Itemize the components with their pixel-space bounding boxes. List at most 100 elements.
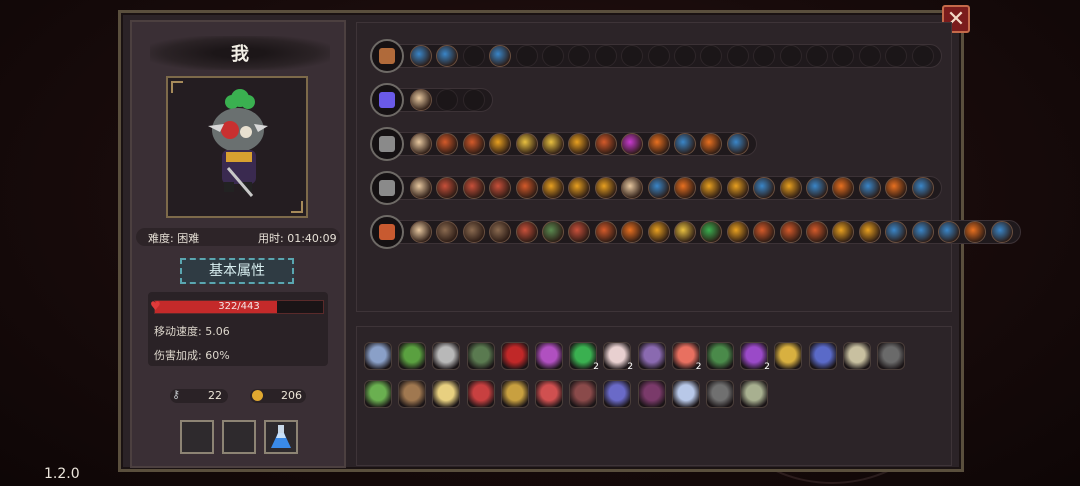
upgrade-chip[interactable] xyxy=(515,221,538,243)
upgrade-chip[interactable] xyxy=(410,177,432,199)
upgrade-chip[interactable] xyxy=(515,45,538,67)
great-axe-icon[interactable] xyxy=(370,171,404,205)
upgrade-chip[interactable] xyxy=(462,133,485,155)
upgrade-chip[interactable] xyxy=(462,45,485,67)
hp-text: 322/443 xyxy=(218,301,260,312)
guitar-icon[interactable] xyxy=(808,342,837,370)
player-name: 我 xyxy=(231,44,249,65)
upgrade-chip[interactable] xyxy=(410,89,432,111)
rune-tablet-icon[interactable] xyxy=(637,342,666,370)
coin-count: 206 xyxy=(281,389,302,402)
upgrade-chip[interactable] xyxy=(938,221,960,243)
wand-icon[interactable] xyxy=(842,342,871,370)
amulet-icon[interactable] xyxy=(466,380,495,408)
upgrade-chip[interactable] xyxy=(647,221,670,243)
upgrade-chip[interactable] xyxy=(462,177,485,199)
upgrade-chip[interactable] xyxy=(515,177,538,199)
basic-attributes-button[interactable]: 基本属性 xyxy=(180,258,294,284)
upgrade-chip[interactable] xyxy=(858,177,881,199)
upgrade-chip[interactable] xyxy=(911,177,934,199)
fish-icon[interactable] xyxy=(535,380,563,408)
move-speed-text: 移动速度: 5.06 xyxy=(154,325,230,338)
belt-icon[interactable] xyxy=(466,342,495,370)
rainbow-icon[interactable] xyxy=(535,342,563,370)
upgrade-chip[interactable] xyxy=(674,221,696,243)
upgrade-chip[interactable] xyxy=(911,221,934,243)
upgrade-chip[interactable] xyxy=(858,221,881,243)
upgrade-chip[interactable] xyxy=(726,177,749,199)
weapon-glyph xyxy=(379,48,395,64)
upgrade-chip[interactable] xyxy=(674,133,696,155)
upgrade-chip[interactable] xyxy=(542,133,564,155)
upgrade-chip[interactable] xyxy=(594,221,617,243)
key-counter: ⚷ 22 xyxy=(170,388,228,403)
flame-blade-icon[interactable] xyxy=(370,215,404,249)
upgrade-chip[interactable] xyxy=(674,177,696,199)
upgrade-chip[interactable] xyxy=(410,221,432,243)
upgrade-chip[interactable] xyxy=(594,45,617,67)
upgrade-chip[interactable] xyxy=(779,45,802,67)
upgrade-chip[interactable] xyxy=(594,177,617,199)
armor-icon[interactable] xyxy=(432,342,461,370)
upgrade-chip[interactable] xyxy=(779,221,802,243)
red-eye-icon[interactable] xyxy=(500,342,529,370)
version-label: 1.2.0 xyxy=(44,466,80,482)
weapon-glyph xyxy=(379,180,395,196)
consumable-slot-2[interactable] xyxy=(222,420,256,454)
key-count: 22 xyxy=(208,389,222,402)
upgrade-chip[interactable] xyxy=(990,221,1013,243)
horn-icon[interactable] xyxy=(432,380,461,408)
upgrade-chip[interactable] xyxy=(462,221,485,243)
upgrade-chip[interactable] xyxy=(647,133,670,155)
consumable-slot-1[interactable] xyxy=(180,420,214,454)
staff-icon[interactable] xyxy=(740,380,769,408)
upgrade-chip[interactable] xyxy=(726,45,749,67)
gauntlet-icon[interactable] xyxy=(774,342,803,370)
upgrade-chip[interactable] xyxy=(542,177,564,199)
upgrade-chip[interactable] xyxy=(647,45,670,67)
character-sprite xyxy=(208,89,268,197)
leaf-icon[interactable] xyxy=(364,380,392,408)
upgrade-chip[interactable] xyxy=(779,177,802,199)
upgrade-chip[interactable] xyxy=(806,221,828,243)
book-icon[interactable] xyxy=(500,380,529,408)
upgrade-chip[interactable] xyxy=(806,177,828,199)
upgrade-chip[interactable] xyxy=(911,45,934,67)
weapon-glyph xyxy=(379,136,395,152)
upgrade-chip[interactable] xyxy=(410,45,432,67)
scarf-icon[interactable] xyxy=(637,380,666,408)
upgrade-chip[interactable] xyxy=(542,45,564,67)
upgrade-chip[interactable] xyxy=(647,177,670,199)
item-count: 2 xyxy=(764,362,770,372)
potion-slot[interactable] xyxy=(264,420,298,454)
mask-icon[interactable] xyxy=(398,380,427,408)
vest-icon[interactable] xyxy=(569,380,598,408)
coin-icon xyxy=(252,390,263,401)
upgrade-chip[interactable] xyxy=(674,45,696,67)
dark-sword-icon[interactable] xyxy=(370,127,404,161)
helmet-icon[interactable] xyxy=(706,380,734,408)
green-boot-icon[interactable] xyxy=(706,342,734,370)
upgrade-chip[interactable] xyxy=(515,133,538,155)
shield-crest-icon[interactable] xyxy=(364,342,392,370)
upgrade-chip[interactable] xyxy=(594,133,617,155)
upgrade-chip[interactable] xyxy=(542,221,564,243)
upgrade-chip[interactable] xyxy=(462,89,485,111)
upgrade-chip[interactable] xyxy=(726,221,749,243)
potion-icon xyxy=(271,425,291,448)
jellyfish-icon[interactable] xyxy=(603,380,632,408)
chest-icon[interactable] xyxy=(370,39,404,73)
upgrade-chip[interactable] xyxy=(726,133,749,155)
cloak-icon[interactable] xyxy=(877,342,905,370)
weapon-glyph xyxy=(379,92,395,108)
run-info: 难度: 困难 用时: 01:40:09 xyxy=(136,228,340,246)
orb-icon[interactable] xyxy=(370,83,404,117)
upgrade-chip[interactable] xyxy=(410,133,432,155)
green-blob-icon[interactable] xyxy=(398,342,427,370)
character-portrait xyxy=(166,76,308,218)
damage-bonus-text: 伤害加成: 60% xyxy=(154,349,230,362)
lotus-icon[interactable] xyxy=(671,380,700,408)
upgrade-chip[interactable] xyxy=(858,45,881,67)
key-icon: ⚷ xyxy=(172,388,181,401)
upgrade-chip[interactable] xyxy=(806,45,828,67)
